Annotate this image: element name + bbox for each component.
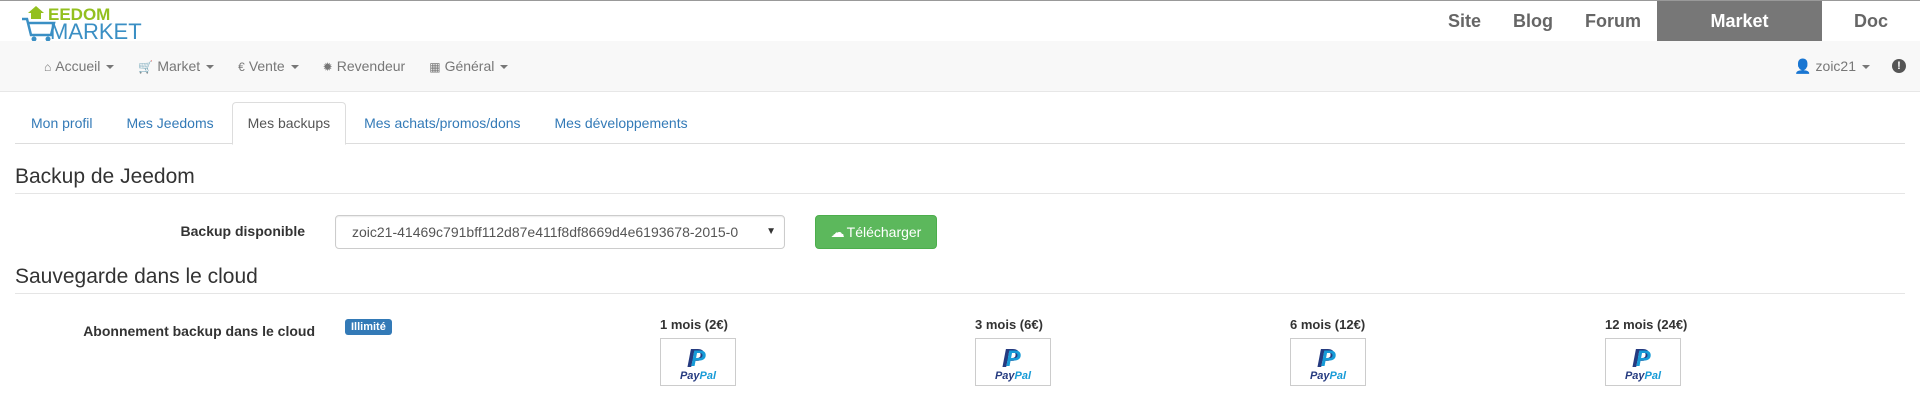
plan-label: 1 mois (2€) xyxy=(660,317,728,332)
nav-accueil[interactable]: ⌂ Accueil xyxy=(32,41,126,92)
plan-1-month: 1 mois (2€) PP PayPal xyxy=(660,317,780,386)
tab-mes-achats[interactable]: Mes achats/promos/dons xyxy=(348,102,536,144)
site-nav-market[interactable]: Market xyxy=(1657,1,1822,41)
tab-mes-jeedoms[interactable]: Mes Jeedoms xyxy=(110,102,229,144)
cloud-download-icon: ☁ xyxy=(830,224,845,240)
paypal-wordmark: PayPal xyxy=(1606,370,1680,382)
paypal-wordmark-pal: Pal xyxy=(699,370,717,382)
nav-general[interactable]: ▦ Général xyxy=(417,41,520,92)
paypal-icon-overlay: P xyxy=(1006,346,1021,371)
plan-label: 3 mois (6€) xyxy=(975,317,1043,332)
cloud-section-title: Sauvegarde dans le cloud xyxy=(15,265,1905,294)
top-bar: EEDOM MARKET Site Blog Forum Market Doc xyxy=(0,1,1920,44)
home-icon: ⌂ xyxy=(44,60,52,74)
paypal-wordmark-pay: Pay xyxy=(1309,370,1330,382)
nav-market[interactable]: 🛒 Market xyxy=(126,41,226,92)
plan-3-months: 3 mois (6€) PP PayPal xyxy=(975,317,1095,386)
caret-down-icon xyxy=(206,65,215,70)
caret-down-icon xyxy=(106,65,115,70)
paypal-wordmark: PayPal xyxy=(661,370,735,382)
nav-market-label: Market xyxy=(157,58,201,74)
euro-icon: € xyxy=(238,60,245,74)
cloud-subscription-label: Abonnement backup dans le cloud xyxy=(83,323,315,339)
paypal-icon-overlay: P xyxy=(1636,346,1651,371)
paypal-wordmark-pay: Pay xyxy=(994,370,1015,382)
nav-general-label: Général xyxy=(444,58,495,74)
site-nav-forum[interactable]: Forum xyxy=(1569,1,1657,41)
caret-down-icon: ▼ xyxy=(766,226,776,237)
nav-vente[interactable]: € Vente xyxy=(226,41,311,92)
paypal-button[interactable]: PP PayPal xyxy=(660,338,736,386)
tab-mes-developpements[interactable]: Mes développements xyxy=(539,102,704,144)
site-nav-blog[interactable]: Blog xyxy=(1497,1,1569,41)
paypal-wordmark-pay: Pay xyxy=(1624,370,1645,382)
unlimited-badge: Illimité xyxy=(345,319,392,335)
paypal-icon-overlay: P xyxy=(691,346,706,371)
caret-down-icon xyxy=(1862,65,1870,70)
caret-down-icon xyxy=(500,65,509,70)
site-nav-doc[interactable]: Doc xyxy=(1822,1,1920,41)
backup-section-title: Backup de Jeedom xyxy=(15,165,1905,194)
nav-vente-label: Vente xyxy=(248,58,285,74)
backup-select-value: zoic21-41469c791bff112d87e411f8df8669d4e… xyxy=(352,224,739,240)
nav-revendeur[interactable]: ✹ Revendeur xyxy=(311,41,418,92)
tab-mes-backups[interactable]: Mes backups xyxy=(231,102,347,145)
caret-down-icon xyxy=(290,65,299,70)
paypal-button[interactable]: PP PayPal xyxy=(975,338,1051,386)
profile-tabs: Mon profil Mes Jeedoms Mes backups Mes a… xyxy=(15,102,1905,145)
paypal-wordmark-pal: Pal xyxy=(1014,370,1032,382)
site-nav: Site Blog Forum Market Doc xyxy=(1432,1,1920,41)
user-name: zoic21 xyxy=(1815,58,1856,74)
user-icon: 👤 xyxy=(1794,58,1812,74)
plan-12-months: 12 mois (24€) PP PayPal xyxy=(1605,317,1725,386)
paypal-wordmark-pal: Pal xyxy=(1644,370,1662,382)
jeedom-market-logo[interactable]: EEDOM MARKET xyxy=(20,3,150,44)
download-button[interactable]: ☁ Télécharger xyxy=(815,215,937,249)
plan-label: 12 mois (24€) xyxy=(1605,317,1688,332)
user-menu[interactable]: 👤 zoic21 xyxy=(1794,41,1870,92)
paypal-wordmark: PayPal xyxy=(976,370,1050,382)
paypal-icon-overlay: P xyxy=(1321,346,1336,371)
plan-label: 6 mois (12€) xyxy=(1290,317,1366,332)
navbar-menu: ⌂ Accueil 🛒 Market € Vente ✹ Revendeur ▦ Géné… xyxy=(32,41,520,92)
backup-available-label: Backup disponible xyxy=(180,223,305,239)
cart-icon: 🛒 xyxy=(138,60,154,74)
site-nav-site[interactable]: Site xyxy=(1432,1,1497,41)
main-navbar: ⌂ Accueil 🛒 Market € Vente ✹ Revendeur ▦ Géné… xyxy=(0,41,1920,92)
paypal-wordmark-pay: Pay xyxy=(679,370,700,382)
nav-revendeur-label: Revendeur xyxy=(336,58,406,74)
grid-icon: ▦ xyxy=(429,60,441,74)
gear-icon: ✹ xyxy=(322,60,333,74)
download-button-label: Télécharger xyxy=(846,224,922,240)
backup-select[interactable]: zoic21-41469c791bff112d87e411f8df8669d4e… xyxy=(335,215,785,249)
paypal-wordmark-pal: Pal xyxy=(1329,370,1347,382)
info-icon[interactable]: ! xyxy=(1892,59,1906,73)
paypal-button[interactable]: PP PayPal xyxy=(1290,338,1366,386)
nav-accueil-label: Accueil xyxy=(55,58,101,74)
paypal-button[interactable]: PP PayPal xyxy=(1605,338,1681,386)
plan-6-months: 6 mois (12€) PP PayPal xyxy=(1290,317,1410,386)
tab-mon-profil[interactable]: Mon profil xyxy=(15,102,108,144)
paypal-wordmark: PayPal xyxy=(1291,370,1365,382)
